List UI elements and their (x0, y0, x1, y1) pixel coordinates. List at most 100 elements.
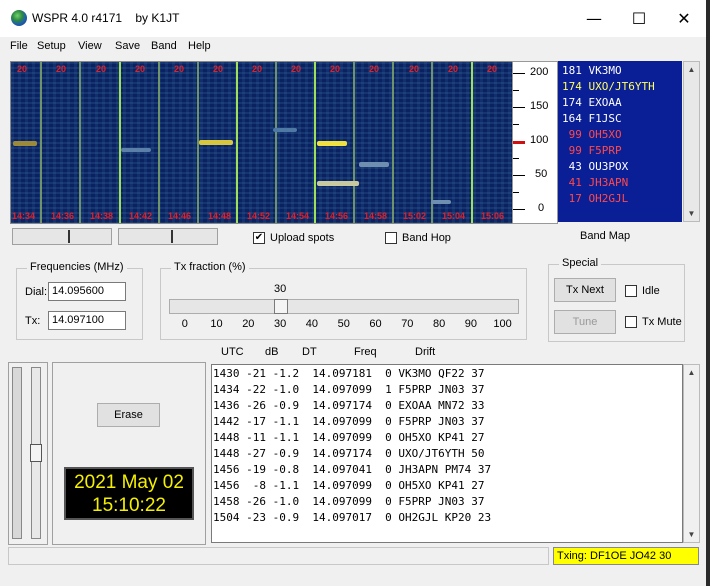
band-map-callsign: OH5XO (588, 128, 622, 141)
tx-frequency-field[interactable]: 14.097100 (48, 311, 126, 330)
slider-thumb[interactable] (68, 230, 70, 243)
col-freq: Freq (354, 346, 377, 358)
band-map-scrollbar[interactable]: ▲ ▼ (683, 61, 700, 222)
brightness-slider[interactable] (12, 228, 112, 245)
time-label: 14:58 (364, 211, 388, 221)
log-row: 1434 -22 -1.0 14.097099 1 F5PRP JN03 37 (213, 383, 485, 396)
scale-tick (513, 192, 519, 193)
menu-setup[interactable]: Setup (37, 40, 66, 52)
tx-fraction-group: Tx fraction (%) 30 0 10 20 30 40 50 60 70 80 90 10… (160, 261, 527, 340)
scroll-up-icon[interactable]: ▲ (684, 365, 699, 380)
menu-save[interactable]: Save (115, 40, 140, 52)
close-button[interactable]: ✕ (661, 0, 707, 37)
menu-band[interactable]: Band (151, 40, 177, 52)
maximize-button[interactable]: ☐ (616, 0, 662, 37)
scroll-up-icon[interactable]: ▲ (684, 62, 699, 77)
log-row: 1458 -26 -1.0 14.097099 0 F5PRP JN03 37 (213, 495, 485, 508)
tx-fraction-slider[interactable] (169, 299, 519, 314)
band-label: 20 (330, 64, 341, 74)
band-label: 20 (213, 64, 224, 74)
band-map-offset: 99 (562, 128, 589, 141)
utc-clock: 2021 May 02 15:10:22 (64, 467, 194, 520)
band-map-callsign: F5PRP (588, 144, 622, 157)
decode-log[interactable]: 1430 -21 -1.2 14.097181 0 VK3MO QF22 37 1… (211, 364, 683, 543)
dial-frequency-field[interactable]: 14.095600 (48, 282, 126, 301)
log-row: 1448 -27 -0.9 14.097174 0 UXO/JT6YTH 50 (213, 447, 485, 460)
rx-gain-slider[interactable] (30, 367, 42, 539)
band-map-offset: 174 (562, 96, 589, 109)
band-label: 20 (409, 64, 420, 74)
tune-button[interactable]: Tune (554, 310, 616, 334)
scale-tick (513, 209, 525, 210)
col-db: dB (265, 346, 279, 358)
contrast-slider[interactable] (118, 228, 218, 245)
band-label: 20 (487, 64, 498, 74)
tx-mute-checkbox[interactable] (625, 316, 637, 328)
band-map-callsign: OU3POX (588, 160, 629, 173)
band-label: 20 (96, 64, 107, 74)
time-label: 14:36 (51, 211, 75, 221)
tx-fraction-tick: 100 (493, 318, 512, 330)
period-line (40, 62, 42, 223)
time-label: 14:46 (168, 211, 192, 221)
time-label: 14:54 (286, 211, 310, 221)
band-map-offset: 181 (562, 64, 589, 77)
band-hop-checkbox[interactable] (385, 232, 397, 244)
tx-next-button[interactable]: Tx Next (554, 278, 616, 302)
time-label: 15:06 (481, 211, 505, 221)
band-map-callsign: JH3APN (588, 176, 629, 189)
slider-thumb[interactable] (30, 444, 42, 462)
band-label: 20 (17, 64, 28, 74)
signal-trace (359, 162, 389, 167)
band-map-entry: 181 VK3MO (562, 64, 622, 80)
col-utc: UTC (221, 346, 244, 358)
tx-label: Tx: (25, 315, 41, 327)
slider-thumb[interactable] (274, 299, 289, 314)
special-title: Special (559, 257, 602, 269)
scale-label: 0 (538, 202, 545, 214)
tx-fraction-tick: 40 (305, 318, 319, 330)
signal-trace (317, 141, 347, 146)
upload-spots-checkbox[interactable]: ✔ (253, 232, 265, 244)
signal-trace (199, 140, 233, 145)
menu-file[interactable]: File (10, 40, 28, 52)
special-group: Special Tx Next Idle Tune Tx Mute (548, 257, 685, 342)
tx-fraction-tick: 70 (401, 318, 414, 330)
minimize-button[interactable]: — (571, 0, 617, 37)
idle-checkbox[interactable] (625, 285, 637, 297)
period-line (431, 62, 433, 223)
tx-fraction-tick: 80 (433, 318, 446, 330)
period-line (158, 62, 160, 223)
txing-status: Txing: DF1OE JO42 30 (553, 547, 699, 565)
scroll-down-icon[interactable]: ▼ (684, 527, 699, 542)
slider-thumb[interactable] (171, 230, 173, 243)
log-scrollbar[interactable]: ▲ ▼ (683, 364, 700, 543)
signal-trace (273, 128, 297, 132)
band-label: 20 (135, 64, 146, 74)
log-row: 1504 -23 -0.9 14.097017 0 OH2GJL KP20 23 (213, 511, 492, 524)
period-line (119, 62, 121, 223)
menu-help[interactable]: Help (188, 40, 211, 52)
band-map-offset: 99 (562, 144, 589, 157)
time-label: 14:52 (247, 211, 271, 221)
band-label: 20 (369, 64, 380, 74)
band-map-callsign: EXOAA (588, 96, 622, 109)
tx-fraction-tick: 30 (274, 318, 287, 330)
erase-button[interactable]: Erase (97, 403, 160, 427)
log-row: 1430 -21 -1.2 14.097181 0 VK3MO QF22 37 (213, 367, 485, 380)
band-map-list[interactable]: 181 VK3MO 174 UXO/JT6YTH 174 EXOAA 164 F1JS… (558, 61, 682, 222)
band-map-entry: 174 UXO/JT6YTH (562, 80, 655, 96)
time-label: 14:42 (129, 211, 153, 221)
menu-view[interactable]: View (78, 40, 102, 52)
upload-spots-label: Upload spots (270, 232, 335, 244)
band-map-callsign: F1JSC (588, 112, 622, 125)
band-map-label: Band Map (580, 230, 631, 242)
band-label: 20 (174, 64, 185, 74)
scroll-down-icon[interactable]: ▼ (684, 206, 699, 221)
title-bar[interactable]: WSPR 4.0 r4171 by K1JT — ☐ ✕ (0, 0, 706, 37)
audio-level-bar (12, 367, 22, 539)
period-line (392, 62, 394, 223)
band-map-entry: 17 OH2GJL (562, 192, 629, 208)
signal-trace (121, 148, 151, 152)
waterfall-display[interactable]: 20 20 20 20 20 20 20 20 20 20 20 20 20 1… (10, 61, 514, 224)
